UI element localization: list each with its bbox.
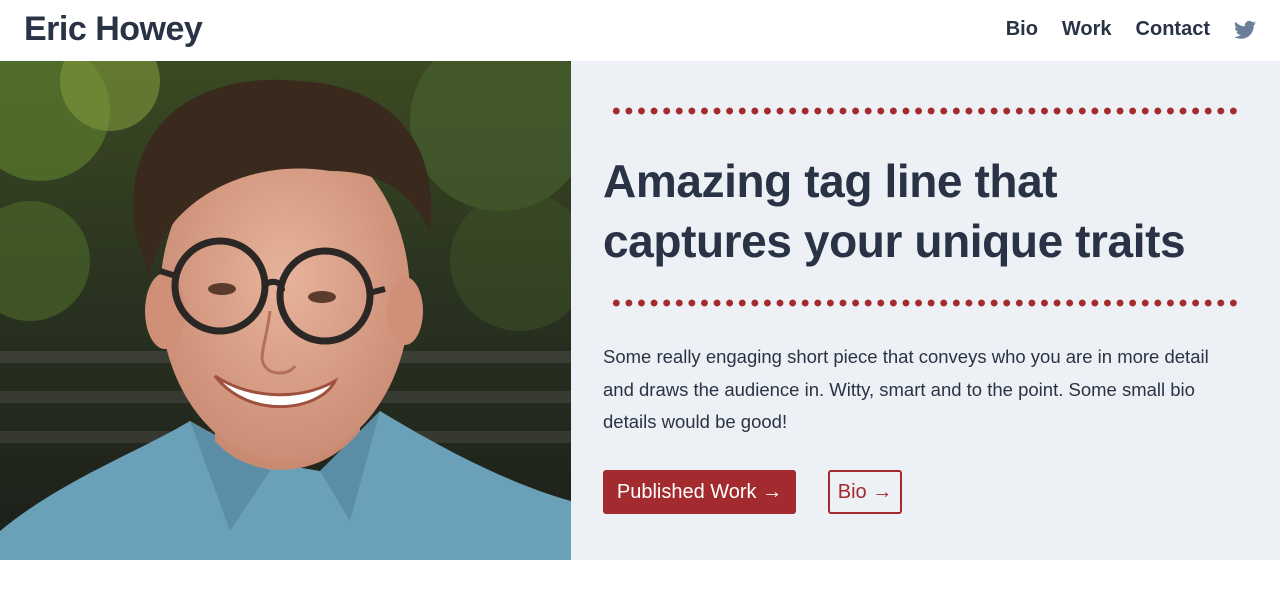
hero-section: Amazing tag line that captures your uniq… (0, 61, 1280, 560)
hero-content: Amazing tag line that captures your uniq… (603, 61, 1243, 560)
tagline-line-2: captures your unique traits (603, 215, 1186, 267)
nav-link-contact[interactable]: Contact (1136, 18, 1210, 41)
dotted-divider-bottom (610, 298, 1242, 308)
twitter-icon[interactable] (1234, 20, 1256, 40)
tagline-line-1: Amazing tag line that (603, 155, 1058, 207)
hero-tagline: Amazing tag line that captures your uniq… (603, 151, 1243, 271)
hero-blurb: Some really engaging short piece that co… (603, 346, 1209, 432)
site-title[interactable]: Eric Howey (24, 10, 203, 49)
published-work-button[interactable]: Published Work → (603, 470, 796, 514)
nav-link-bio[interactable]: Bio (1006, 18, 1038, 41)
dotted-divider-top (610, 106, 1242, 116)
main-nav: Bio Work Contact (1006, 18, 1256, 41)
site-header: Eric Howey Bio Work Contact (0, 0, 1280, 61)
nav-link-work[interactable]: Work (1062, 18, 1112, 41)
bio-button[interactable]: Bio → (828, 470, 902, 514)
portrait-photo (0, 61, 571, 560)
